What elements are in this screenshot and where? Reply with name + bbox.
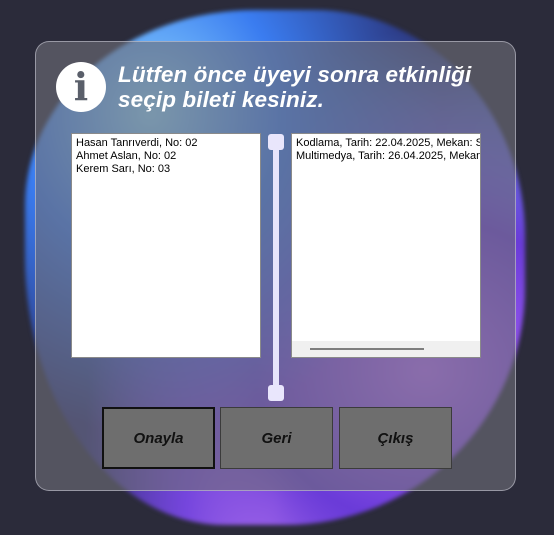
info-icon: i (56, 62, 106, 112)
horizontal-scrollbar[interactable] (292, 341, 480, 357)
slider-bottom-handle[interactable] (268, 385, 284, 401)
members-listbox[interactable]: Hasan Tanrıverdi, No: 02 Ahmet Aslan, No… (71, 133, 261, 358)
exit-button[interactable]: Çıkış (339, 407, 452, 469)
list-item[interactable]: Ahmet Aslan, No: 02 (76, 150, 256, 163)
list-item[interactable]: Kerem Sarı, No: 03 (76, 163, 256, 176)
list-item[interactable]: Multimedya, Tarih: 26.04.2025, Mekan: La… (296, 150, 480, 163)
back-button[interactable]: Geri (220, 407, 333, 469)
list-item[interactable]: Kodlama, Tarih: 22.04.2025, Mekan: Salon (296, 137, 480, 150)
slider-top-handle[interactable] (268, 134, 284, 150)
slider-track[interactable] (273, 141, 279, 393)
list-item[interactable]: Hasan Tanrıverdi, No: 02 (76, 137, 256, 150)
scrollbar-thumb[interactable] (310, 348, 424, 350)
events-listbox[interactable]: Kodlama, Tarih: 22.04.2025, Mekan: Salon… (291, 133, 481, 358)
instruction-text: Lütfen önce üyeyi sonra etkinliği seçip … (118, 62, 472, 112)
confirm-button[interactable]: Onayla (102, 407, 215, 469)
